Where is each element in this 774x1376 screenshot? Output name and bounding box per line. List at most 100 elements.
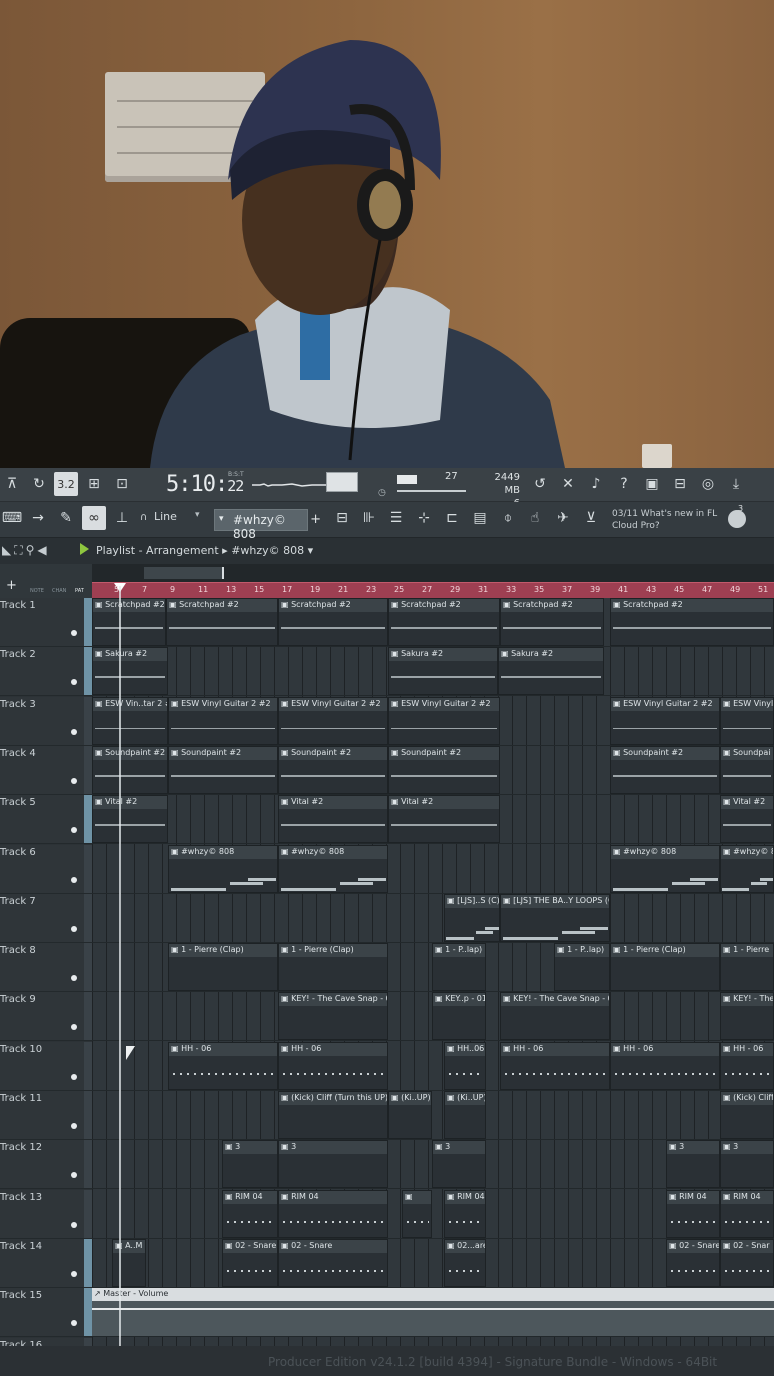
playlist-clip[interactable]: ▣ 1 - Pierre (Clap) (278, 943, 388, 991)
track-mute-led[interactable] (71, 975, 77, 981)
chat-icon[interactable]: ◎ (696, 472, 720, 496)
playlist-clip[interactable]: ▣ 02...are (444, 1239, 486, 1287)
playlist-clip[interactable]: ▣ Sakura #2 (92, 647, 168, 695)
playlist-clip[interactable]: ▣ RIM 04 (278, 1190, 388, 1238)
playlist-clip[interactable]: ▣ (402, 1190, 432, 1238)
playlist-clip[interactable]: ▣ ESW Vinyl Guitar 2 #2 (388, 697, 500, 745)
playlist-clip[interactable]: ▣ 02 - Snare (222, 1239, 278, 1287)
playlist-clip[interactable]: ▣ (Kick) Cliff (720, 1091, 774, 1139)
track-select-strip[interactable] (84, 1140, 92, 1188)
track-mute-led[interactable] (71, 729, 77, 735)
playlist-clip[interactable]: ▣ 1 - P..lap) (554, 943, 610, 991)
playlist-clip[interactable]: ▣ KEY! - The (720, 992, 774, 1040)
arrangement-grid[interactable]: ▣ Scratchpad #2 ▣ Scratchpad #2 ▣ Scratchp… (92, 598, 774, 1346)
playlist-clip[interactable]: ▣ ESW Vin..tar 2 #2 (92, 697, 168, 745)
playlist-clip[interactable]: ▣ Soundpaint #2 (92, 746, 168, 794)
track-mute-led[interactable] (71, 1172, 77, 1178)
playlist-clip[interactable]: ▣ Sakura #2 (388, 647, 498, 695)
timeline-ruler[interactable]: 5 7 9 11 13 15 17 19 21 23 25 27 29 31 33 35 37 39 41 43 45 4… (92, 582, 774, 598)
track-mute-led[interactable] (71, 1320, 77, 1326)
capture-icon[interactable]: ✈ (551, 506, 575, 530)
play-pattern-icon[interactable] (80, 543, 89, 555)
track-select-strip[interactable] (84, 943, 92, 991)
track-header[interactable]: Track 10 (0, 1042, 92, 1091)
playlist-clip[interactable]: ▣ #whzy© 808 (278, 845, 388, 893)
playlist-clip[interactable]: ▣ ESW Vinyl (720, 697, 774, 745)
add-track-icon[interactable]: + (6, 578, 17, 593)
track-mute-led[interactable] (71, 827, 77, 833)
track-lane[interactable]: ▣ 1 - Pierre (Clap) ▣ 1 - Pierre (Clap) ▣ … (92, 943, 774, 992)
playlist-clip[interactable]: ▣ HH - 06 (720, 1042, 774, 1090)
track-header[interactable]: Track 14 (0, 1239, 92, 1288)
horizontal-scrollbar[interactable] (92, 564, 774, 582)
track-header[interactable]: Track 4 (0, 746, 92, 795)
track-select-strip[interactable] (84, 1190, 92, 1238)
save-icon[interactable]: ▣ (640, 472, 664, 496)
track-mute-led[interactable] (71, 679, 77, 685)
mic-icon[interactable]: ♪ (584, 472, 608, 496)
track-lane[interactable]: ▣ RIM 04 ▣ RIM 04 ▣ ▣ RIM 04 ▣ RIM 04 ▣ RIM … (92, 1190, 774, 1239)
track-lane[interactable]: ▣ KEY! - The Cave Snap - 01 ▣ KEY..p - 01… (92, 992, 774, 1041)
playlist-clip[interactable]: ▣ (Ki..UP) (444, 1091, 486, 1139)
playlist-clip[interactable]: ▣ RIM 04 (444, 1190, 486, 1238)
playlist-clip[interactable]: ▣ HH - 06 (610, 1042, 720, 1090)
snap-dropdown-icon[interactable]: ▾ (195, 510, 200, 520)
track-header[interactable]: Track 11 (0, 1091, 92, 1140)
browser-icon[interactable]: ⊏ (440, 506, 464, 530)
add-pattern-icon[interactable]: + (310, 512, 321, 527)
track-header[interactable]: Track 8 (0, 943, 92, 992)
track-mute-led[interactable] (71, 877, 77, 883)
tools-icon[interactable]: ✕ (556, 472, 580, 496)
playlist-clip[interactable]: ▣ Vital #2 (388, 795, 500, 843)
pattern-selector[interactable]: ▾ #whzy© 808 + (214, 509, 321, 541)
automation-clip[interactable]: ↗ Master - Volume (92, 1288, 774, 1336)
playlist-window-icons[interactable]: ◣⛶⚲◀ (2, 543, 50, 558)
playlist-clip[interactable]: ▣ 02 - Snar (720, 1239, 774, 1287)
track-select-strip[interactable] (84, 598, 92, 646)
track-lane[interactable]: ↗ Master - Volume (92, 1288, 774, 1337)
pattern-dropdown-arrow-icon[interactable]: ▾ (308, 544, 314, 557)
cart-icon[interactable]: ⊻ (579, 506, 603, 530)
plugin-icon[interactable]: ⊟ (668, 472, 692, 496)
track-header[interactable]: Track 3 (0, 697, 92, 746)
playlist-clip[interactable]: ▣ 3 (720, 1140, 774, 1188)
scrollbar-thumb[interactable] (144, 567, 224, 579)
playlist-clip[interactable]: ▣ Soundpaint #2 (278, 746, 388, 794)
playlist-clip[interactable]: ▣ HH - 06 (168, 1042, 278, 1090)
playlist-clip[interactable]: ▣ Scratchpad #2 (610, 598, 774, 646)
playlist-clip[interactable]: ▣ Scratchpad #2 (388, 598, 500, 646)
pencil-icon[interactable]: ✎ (54, 506, 78, 530)
playlist-clip[interactable]: ▣ Vital #2 (92, 795, 168, 843)
playlist-clip[interactable]: ▣ ESW Vinyl Guitar 2 #2 (168, 697, 278, 745)
playlist-clip[interactable]: ▣ 3 (278, 1140, 388, 1188)
track-lane[interactable] (92, 1338, 774, 1346)
playlist-clip[interactable]: ▣ 1 - Pierre (720, 943, 774, 991)
mixer-icon[interactable]: ⊹ (412, 506, 436, 530)
playlist-clip[interactable]: ▣ HH..06 (444, 1042, 486, 1090)
playlist-clip[interactable]: ▣ Scratchpad #2 (500, 598, 604, 646)
touch-icon[interactable]: ☝ (523, 506, 547, 530)
playlist-clip[interactable]: ▣ 3 (432, 1140, 486, 1188)
playlist-clip[interactable]: ▣ RIM 04 (222, 1190, 278, 1238)
track-header[interactable]: Track 9 (0, 992, 92, 1041)
playlist-icon[interactable]: ⊟ (330, 506, 354, 530)
step-edit-icon[interactable]: ⊞ (82, 472, 106, 496)
snap-label[interactable]: Line (154, 510, 177, 523)
track-mute-led[interactable] (71, 1074, 77, 1080)
playlist-clip[interactable]: ▣ #whzy© 808 (610, 845, 720, 893)
track-lane[interactable]: ▣ #whzy© 808 ▣ #whzy© 808 ▣ #whzy© 808 ▣ #w… (92, 845, 774, 894)
track-select-strip[interactable] (84, 1091, 92, 1139)
track-select-strip[interactable] (84, 697, 92, 745)
playlist-clip[interactable]: ▣ 1 - Pierre (Clap) (610, 943, 720, 991)
hint-icon[interactable]: ⊼ (0, 472, 24, 496)
arrow-right-icon[interactable]: → (26, 506, 50, 530)
track-header[interactable]: Track 12 (0, 1140, 92, 1189)
playlist-clip[interactable]: ▣ ESW Vinyl Guitar 2 #2 (610, 697, 720, 745)
playlist-clip[interactable]: ▣ RIM 04 (720, 1190, 774, 1238)
track-mute-led[interactable] (71, 630, 77, 636)
playlist-clip[interactable]: ▣ Scratchpad #2 (278, 598, 388, 646)
playlist-clip[interactable]: ▣ [LJS] THE BA..Y LOOPS (C) (500, 894, 610, 942)
tool-label-chan[interactable]: CHAN (52, 588, 66, 594)
playlist-clip[interactable]: ▣ (Kick) Cliff (Turn this UP) (278, 1091, 388, 1139)
track-select-strip[interactable] (84, 746, 92, 794)
